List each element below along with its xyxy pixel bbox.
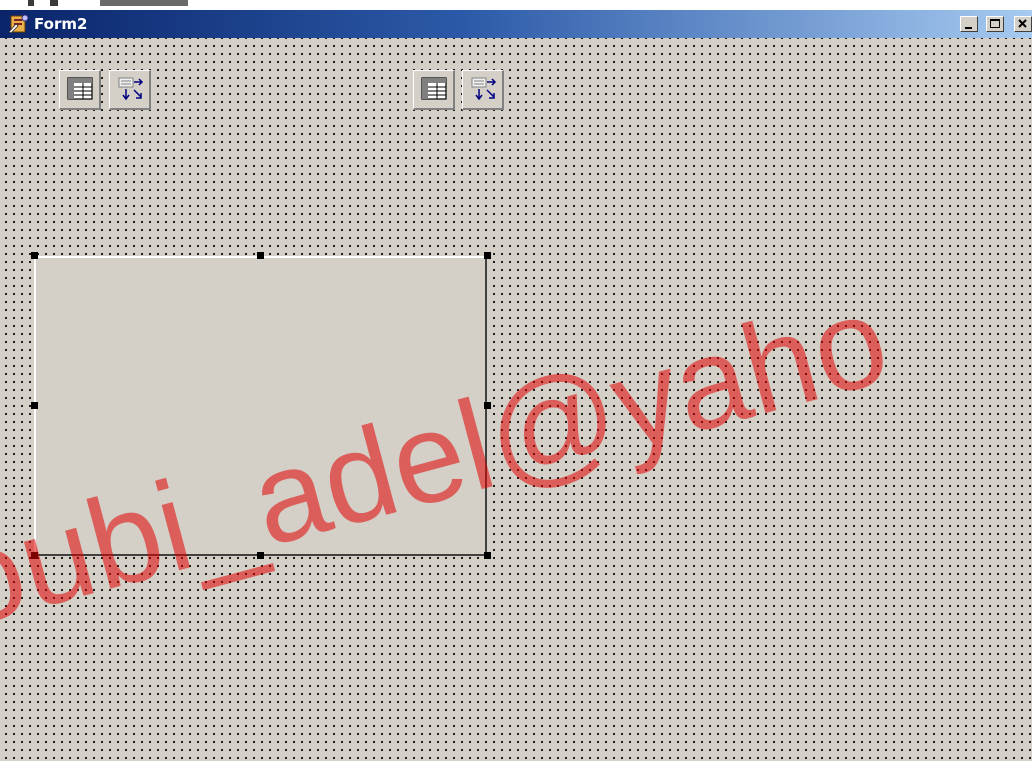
minimize-icon	[965, 27, 972, 29]
table-icon	[67, 77, 93, 100]
close-button[interactable]	[1014, 16, 1032, 32]
table-component[interactable]	[59, 70, 101, 110]
resize-handle-bottom-right[interactable]	[484, 552, 491, 559]
resize-handle-bottom[interactable]	[257, 552, 264, 559]
resize-handle-right[interactable]	[484, 402, 491, 409]
resize-handle-top[interactable]	[257, 252, 264, 259]
datasource-component[interactable]	[109, 70, 151, 110]
resize-handle-left[interactable]	[31, 402, 38, 409]
table-icon	[421, 77, 447, 100]
datasource-icon	[118, 77, 144, 101]
resize-handle-top-right[interactable]	[484, 252, 491, 259]
maximize-button[interactable]	[986, 16, 1004, 32]
form-design-surface[interactable]	[0, 38, 1032, 761]
delphi-form-icon	[8, 14, 30, 34]
top-strip	[0, 0, 1032, 10]
minimize-button[interactable]	[960, 16, 978, 32]
datasource-component-2[interactable]	[462, 70, 504, 110]
window-title: Form2	[34, 15, 88, 33]
datasource-icon	[471, 77, 497, 101]
title-bar[interactable]: Form2	[0, 10, 1032, 38]
resize-handle-top-left[interactable]	[31, 252, 38, 259]
close-icon	[1018, 19, 1027, 28]
resize-handle-bottom-left[interactable]	[31, 552, 38, 559]
maximize-icon	[990, 19, 1000, 28]
table-component-2[interactable]	[413, 70, 455, 110]
selected-panel[interactable]	[34, 256, 487, 556]
